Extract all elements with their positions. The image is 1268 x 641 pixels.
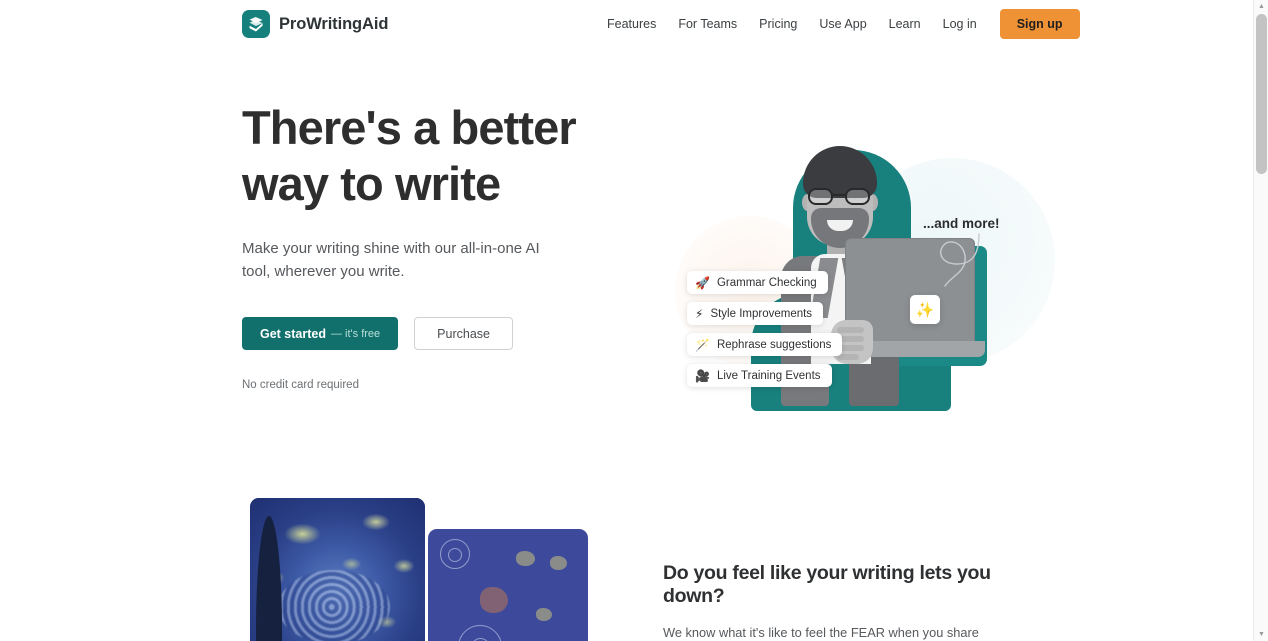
nav-item-pricing[interactable]: Pricing [748, 12, 808, 37]
feature-chip-grammar-checking: 🚀 Grammar Checking [687, 271, 828, 294]
scroll-up-arrow-icon[interactable]: ▲ [1254, 0, 1268, 13]
scrollbar-thumb[interactable] [1256, 14, 1267, 174]
nav-item-log-in[interactable]: Log in [932, 12, 988, 37]
brand-name: ProWritingAid [279, 14, 389, 33]
section2-copy: Do you feel like your writing lets you d… [663, 562, 1025, 641]
page-root: ProWritingAid Features For Teams Pricing… [0, 0, 1268, 641]
magic-wand-icon: 🪄 [695, 337, 710, 352]
feature-chip-label: Live Training Events [716, 369, 821, 382]
nav-item-for-teams[interactable]: For Teams [667, 12, 748, 37]
get-started-suffix: — it's free [331, 327, 381, 340]
lightning-icon: ⚡ [695, 306, 704, 321]
hero-copy: There's a better way to write Make your … [242, 100, 642, 391]
feature-chip-label: Style Improvements [710, 307, 813, 320]
sparse-canvas [428, 529, 588, 641]
writing-lets-you-down-section: My idea in my head Do you feel like your… [0, 468, 1253, 641]
sparse-sun [480, 587, 508, 613]
get-started-label: Get started [260, 326, 326, 341]
feature-chip-label: Rephrase suggestions [716, 338, 832, 351]
page-scrollbar[interactable]: ▲ ▼ [1253, 0, 1268, 641]
purchase-button[interactable]: Purchase [414, 317, 513, 351]
sign-up-button[interactable]: Sign up [999, 8, 1080, 40]
nav-item-features[interactable]: Features [596, 12, 667, 37]
rocket-icon: 🚀 [695, 275, 710, 290]
page-title: There's a better way to write [242, 100, 642, 212]
starry-swirl [278, 570, 390, 641]
feature-chip-list: 🚀 Grammar Checking ⚡ Style Improvements … [687, 271, 843, 387]
feature-chip-rephrase-suggestions: 🪄 Rephrase suggestions [687, 333, 843, 356]
feature-chip-style-improvements: ⚡ Style Improvements [687, 302, 824, 325]
site-header: ProWritingAid Features For Teams Pricing… [0, 0, 1253, 48]
section2-title: Do you feel like your writing lets you d… [663, 562, 991, 607]
hero-subtitle: Make your writing shine with our all-in-… [242, 239, 540, 281]
starry-night-image: My idea in my head [250, 498, 425, 641]
nav-item-use-app[interactable]: Use App [808, 12, 877, 37]
video-camera-icon: 🎥 [695, 368, 710, 383]
feature-chip-label: Grammar Checking [716, 276, 817, 289]
no-credit-card-note: No credit card required [242, 379, 359, 392]
get-started-button[interactable]: Get started — it's free [242, 317, 399, 351]
main-navigation: Features For Teams Pricing Use App Learn… [596, 0, 1080, 48]
hero-section: There's a better way to write Make your … [0, 48, 1253, 468]
hero-illustration: ✨ 🚀 Grammar Checking ⚡ Style Improvement… [655, 98, 1055, 438]
feature-chip-live-training-events: 🎥 Live Training Events [687, 364, 832, 387]
section2-body: We know what it's like to feel the FEAR … [663, 625, 979, 640]
book-check-icon [242, 10, 270, 38]
sparse-painting-image [428, 529, 588, 641]
balloon-squiggle-icon [939, 233, 980, 287]
nav-item-learn[interactable]: Learn [878, 12, 932, 37]
hero-cta-group: Get started — it's free Purchase [242, 317, 642, 351]
scroll-down-arrow-icon[interactable]: ▼ [1254, 628, 1268, 641]
brand-logo-link[interactable]: ProWritingAid [242, 10, 388, 38]
and-more-annotation: ...and more! [923, 216, 1000, 231]
hero-title-line-1: There's a better [242, 101, 577, 154]
glasses-icon [806, 188, 874, 205]
hero-title-line-2: way to write [242, 156, 501, 210]
